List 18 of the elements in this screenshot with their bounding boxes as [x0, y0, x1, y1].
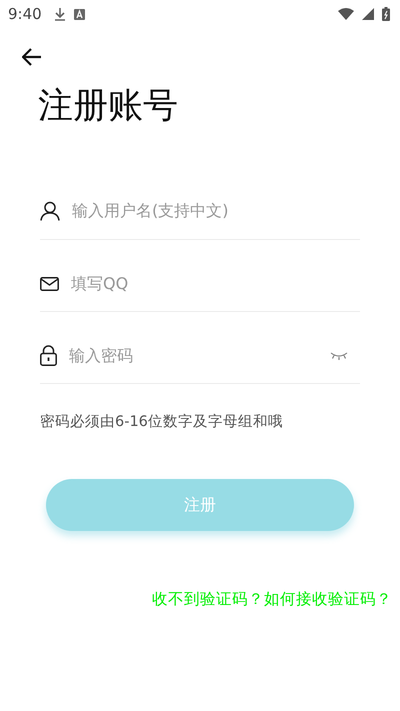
page-title: 注册账号 — [38, 85, 179, 128]
help-link[interactable]: 收不到验证码？如何接收验证码？ — [152, 589, 392, 610]
person-icon — [40, 200, 60, 220]
input-field[interactable]: 输入用户名(支持中文) — [72, 201, 360, 220]
back-arrow-icon[interactable] — [22, 48, 42, 66]
mail-icon — [40, 276, 59, 290]
keyboard-icon — [74, 8, 85, 20]
status-time: 9:40 — [8, 5, 42, 23]
password-hint: 密码必须由6-16位数字及字母组和哦 — [40, 412, 284, 431]
wifi-icon — [338, 8, 354, 20]
input-field[interactable]: 填写QQ — [71, 274, 360, 293]
closed-eye-icon[interactable] — [330, 352, 348, 360]
battery-icon — [382, 7, 390, 21]
lock-icon — [40, 345, 57, 366]
download-icon — [54, 7, 66, 21]
input-field[interactable]: 输入密码 — [69, 346, 318, 365]
register-button[interactable]: 注册 — [46, 479, 354, 531]
signal-icon — [362, 8, 374, 20]
